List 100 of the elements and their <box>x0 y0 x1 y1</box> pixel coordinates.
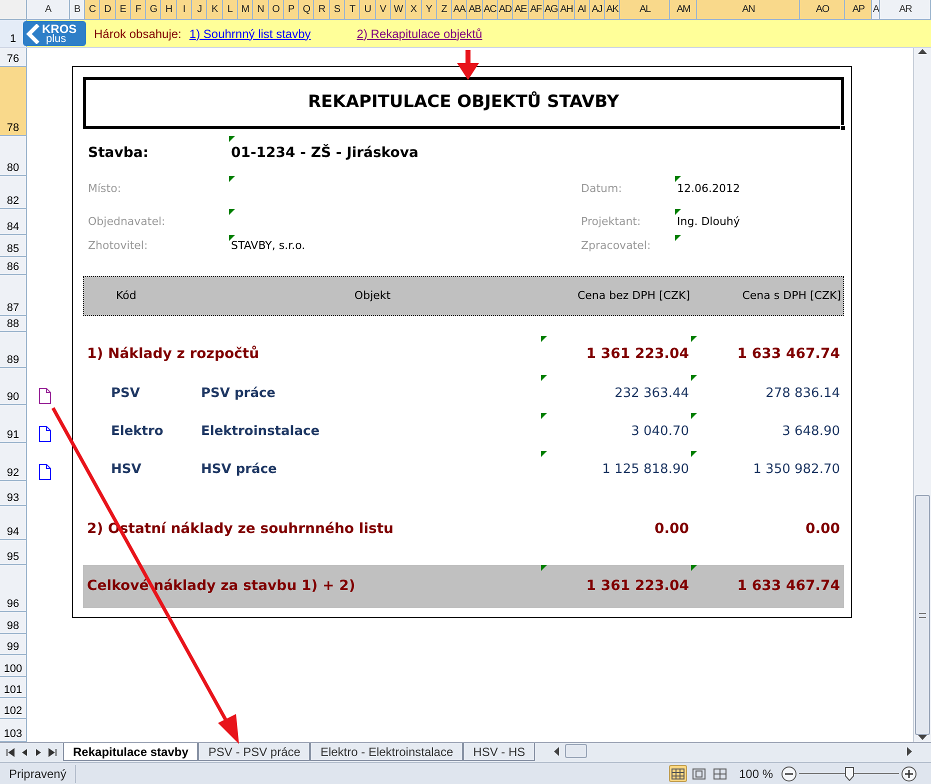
row-header[interactable]: 78 <box>0 67 26 136</box>
price-value: 232 363.44 <box>614 385 689 404</box>
row-header[interactable]: 90 <box>0 368 26 405</box>
first-sheet-icon[interactable] <box>6 748 15 756</box>
sheet-tab[interactable]: PSV - PSV práce <box>198 743 310 761</box>
column-header[interactable]: C <box>85 0 100 19</box>
zoom-in-icon[interactable] <box>901 766 917 782</box>
column-header[interactable]: R <box>314 0 330 19</box>
row-header[interactable]: 91 <box>0 405 26 443</box>
row-header[interactable]: 102 <box>0 698 26 719</box>
column-header[interactable]: P <box>284 0 300 19</box>
down-arrow-icon[interactable] <box>918 735 927 741</box>
price-value: 0.00 <box>654 520 689 538</box>
row-header[interactable]: 95 <box>0 540 26 565</box>
grid-view-icon[interactable] <box>668 765 687 782</box>
column-header[interactable]: E <box>116 0 131 19</box>
column-header[interactable]: AF <box>528 0 544 19</box>
column-header[interactable]: B <box>70 0 85 19</box>
document-link-icon[interactable] <box>39 426 51 442</box>
sheet-tab[interactable]: HSV - HS <box>463 743 536 761</box>
sheet-link[interactable]: 2) Rekapitulace objektů <box>356 24 482 42</box>
column-header[interactable]: F <box>130 0 146 19</box>
status-text: Pripravený <box>0 764 76 782</box>
column-header[interactable]: AK <box>605 0 620 19</box>
column-header[interactable]: L <box>222 0 238 19</box>
column-header[interactable]: U <box>360 0 376 19</box>
sheet-tab[interactable]: Elektro - Elektroinstalace <box>310 743 464 761</box>
section-title: 1) Náklady z rozpočtů <box>86 344 260 364</box>
column-header[interactable]: AH <box>559 0 574 19</box>
right-arrow-icon[interactable] <box>905 746 913 756</box>
price-value: 1 633 467.74 <box>737 577 840 596</box>
sheet-link[interactable]: 1) Souhrnný list stavby <box>189 24 311 42</box>
column-header[interactable]: A <box>872 0 880 19</box>
row-header[interactable]: 86 <box>0 257 26 275</box>
column-header[interactable]: AE <box>513 0 529 19</box>
column-header[interactable]: AM <box>670 0 698 19</box>
slider-thumb[interactable] <box>845 766 854 780</box>
column-header[interactable]: O <box>268 0 284 19</box>
zoom-level[interactable]: 100 % <box>738 764 773 782</box>
row-header[interactable]: 89 <box>0 332 26 368</box>
column-header[interactable]: V <box>376 0 391 19</box>
row-header[interactable]: 101 <box>0 677 26 698</box>
column-header[interactable]: AL <box>620 0 670 19</box>
column-header[interactable]: J <box>192 0 208 19</box>
row-header[interactable]: 103 <box>0 719 26 742</box>
column-header[interactable]: AJ <box>590 0 606 19</box>
column-header[interactable]: S <box>330 0 346 19</box>
sheet-tab[interactable]: Rekapitulace stavby <box>63 743 198 761</box>
column-header[interactable]: AN <box>697 0 800 19</box>
column-header[interactable]: AA <box>452 0 468 19</box>
row-header[interactable]: 85 <box>0 235 26 257</box>
column-header[interactable]: D <box>100 0 116 19</box>
row-header[interactable]: 92 <box>0 443 26 481</box>
document-link-icon[interactable] <box>39 388 51 404</box>
row-header[interactable]: 93 <box>0 481 26 506</box>
column-header[interactable]: G <box>146 0 162 19</box>
up-arrow-icon[interactable] <box>918 49 927 55</box>
column-header[interactable]: AC <box>482 0 498 19</box>
column-header[interactable]: AR <box>880 0 931 19</box>
row-header[interactable]: 100 <box>0 655 26 677</box>
fill-handle[interactable] <box>840 125 846 131</box>
column-header[interactable]: AO <box>800 0 846 19</box>
row-header[interactable]: 84 <box>0 209 26 235</box>
column-header[interactable]: N <box>253 0 269 19</box>
field-value: Ing. Dlouhý <box>677 214 740 230</box>
column-header[interactable]: AD <box>498 0 514 19</box>
row-header[interactable]: 99 <box>0 634 26 655</box>
column-header[interactable]: X <box>406 0 422 19</box>
next-sheet-icon[interactable] <box>34 748 43 756</box>
column-header[interactable]: M <box>238 0 254 19</box>
column-header[interactable]: AI <box>574 0 590 19</box>
column-header[interactable]: T <box>345 0 360 19</box>
column-header[interactable]: AP <box>845 0 872 19</box>
column-header[interactable]: Y <box>422 0 437 19</box>
column-header[interactable]: AG <box>544 0 560 19</box>
row-header[interactable]: 76 <box>0 48 26 67</box>
column-header[interactable]: Q <box>299 0 314 19</box>
row-header[interactable]: 96 <box>0 565 26 612</box>
zoom-slider[interactable] <box>799 766 899 780</box>
column-header[interactable]: W <box>390 0 406 19</box>
scroll-thumb[interactable] <box>915 495 930 735</box>
last-sheet-icon[interactable] <box>48 748 57 756</box>
row-header[interactable]: 98 <box>0 612 26 634</box>
row-header[interactable]: 87 <box>0 275 26 316</box>
zoom-out-icon[interactable] <box>781 766 797 782</box>
row-header[interactable]: 80 <box>0 136 26 176</box>
column-header[interactable]: A <box>27 0 70 19</box>
row-header[interactable]: 88 <box>0 316 26 332</box>
column-header[interactable]: I <box>176 0 192 19</box>
column-header[interactable]: H <box>161 0 177 19</box>
scroll-thumb[interactable] <box>565 744 587 758</box>
column-header[interactable]: Z <box>436 0 452 19</box>
vertical-scrollbar[interactable] <box>913 48 931 742</box>
row-header[interactable]: 82 <box>0 176 26 209</box>
document-link-icon[interactable] <box>39 464 51 480</box>
column-header[interactable]: K <box>207 0 223 19</box>
previous-sheet-icon[interactable] <box>20 748 29 756</box>
left-arrow-icon[interactable] <box>553 746 561 756</box>
row-header[interactable]: 94 <box>0 506 26 540</box>
column-header[interactable]: AB <box>467 0 483 19</box>
